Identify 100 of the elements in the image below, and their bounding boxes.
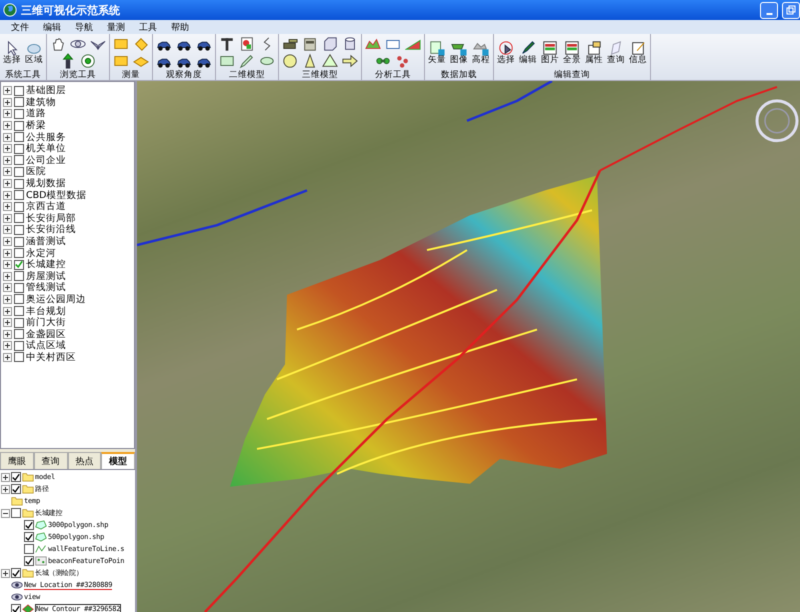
expand-toggle[interactable] xyxy=(3,156,12,165)
checkbox[interactable] xyxy=(11,472,21,482)
menu-item[interactable]: 量测 xyxy=(100,20,132,34)
arrow-icon[interactable] xyxy=(342,53,358,70)
checkbox[interactable] xyxy=(14,282,24,293)
layer-label[interactable]: CBD模型数据 xyxy=(26,188,86,202)
toolbar-button[interactable]: 高程 xyxy=(472,40,490,66)
checkbox[interactable] xyxy=(14,352,24,362)
toolbar-button[interactable]: 选择 xyxy=(497,40,515,66)
checkbox[interactable] xyxy=(11,568,21,578)
expand-toggle[interactable] xyxy=(3,167,12,176)
layer-label[interactable]: 建筑物 xyxy=(26,96,56,109)
letter-icon[interactable] xyxy=(219,36,235,52)
tab[interactable]: 鹰眼 xyxy=(0,452,34,469)
layer-label[interactable]: 房屋测试 xyxy=(26,270,66,283)
tab[interactable]: 模型 xyxy=(101,452,135,469)
checkbox[interactable] xyxy=(14,202,24,212)
target-icon[interactable] xyxy=(80,53,96,70)
expand-toggle[interactable] xyxy=(3,330,12,339)
checkbox[interactable] xyxy=(14,271,24,282)
layer-label[interactable]: 基础图层 xyxy=(26,84,66,98)
layer-label[interactable]: 道路 xyxy=(26,107,46,120)
menu-item[interactable]: 工具 xyxy=(132,20,164,34)
expand-toggle[interactable] xyxy=(3,86,12,96)
expand-toggle[interactable] xyxy=(3,202,12,212)
layer-label[interactable]: 公司企业 xyxy=(26,154,66,167)
expand-toggle[interactable] xyxy=(3,121,12,130)
expand-toggle[interactable] xyxy=(3,109,12,118)
building-icon[interactable] xyxy=(302,36,318,52)
layer-label[interactable]: 桥梁 xyxy=(26,119,46,132)
compass-icon[interactable] xyxy=(756,99,798,142)
toolbar-button[interactable]: 图片 xyxy=(541,40,559,66)
toolbar-button[interactable]: 区域 xyxy=(25,40,43,66)
layer-label[interactable]: 公共服务 xyxy=(26,130,66,144)
layer-label[interactable]: 机关单位 xyxy=(26,142,66,156)
checkbox[interactable] xyxy=(11,484,21,494)
checkbox[interactable] xyxy=(24,532,34,542)
menu-item[interactable]: 文件 xyxy=(4,20,36,34)
tab[interactable]: 热点 xyxy=(68,452,102,469)
terrain-3d-view[interactable] xyxy=(137,81,800,612)
north-arrow-icon[interactable] xyxy=(60,53,76,70)
toolbar-button[interactable]: 编辑 xyxy=(519,40,537,66)
toolbar-button[interactable]: 选择 xyxy=(3,40,21,66)
sphere-icon[interactable] xyxy=(282,53,298,70)
checkbox[interactable] xyxy=(24,520,34,530)
expand-toggle[interactable] xyxy=(1,472,10,482)
scatter-icon[interactable] xyxy=(395,53,411,70)
checkbox[interactable] xyxy=(14,224,24,235)
toolbar-button[interactable]: 属性 xyxy=(585,40,603,66)
cone-icon[interactable] xyxy=(302,53,318,70)
cylinder-icon[interactable] xyxy=(342,36,358,52)
expand-toggle[interactable] xyxy=(3,260,12,270)
expand-toggle[interactable] xyxy=(3,144,12,154)
layer-label[interactable]: 永定河 xyxy=(26,246,56,260)
expand-toggle[interactable] xyxy=(3,237,12,246)
toolbar-button[interactable]: 信息 xyxy=(629,40,647,66)
checkbox[interactable] xyxy=(11,604,21,612)
checkbox[interactable] xyxy=(14,306,24,316)
expand-toggle[interactable] xyxy=(3,190,12,200)
checkbox[interactable] xyxy=(14,155,24,166)
expand-toggle[interactable] xyxy=(3,318,12,328)
checkbox[interactable] xyxy=(14,108,24,119)
layer-label[interactable]: 涵普测试 xyxy=(26,235,66,248)
checkbox[interactable] xyxy=(14,144,24,154)
expand-toggle[interactable] xyxy=(1,484,10,494)
checkbox[interactable] xyxy=(14,318,24,328)
layer-label[interactable]: 中关村西区 xyxy=(26,350,76,364)
expand-toggle[interactable] xyxy=(3,306,12,316)
expand-toggle[interactable] xyxy=(3,179,12,188)
layer-label[interactable]: 丰台规划 xyxy=(26,304,66,318)
layer-label[interactable]: 长城建控 xyxy=(26,258,66,272)
checkbox[interactable] xyxy=(14,340,24,351)
checkbox[interactable] xyxy=(14,329,24,340)
layer-label[interactable]: 规划数据 xyxy=(26,177,66,190)
restore-button[interactable] xyxy=(782,2,800,18)
checkbox[interactable] xyxy=(14,166,24,177)
checkbox[interactable] xyxy=(24,556,34,566)
menu-item[interactable]: 帮助 xyxy=(164,20,196,34)
layer-label[interactable]: 试点区域 xyxy=(26,339,66,352)
pencil-icon[interactable] xyxy=(239,53,255,70)
layer-label[interactable]: 奥运公园周边 xyxy=(26,292,86,306)
layer-label[interactable]: 管线测试 xyxy=(26,281,66,294)
toolbar-button[interactable]: 全景 xyxy=(563,40,581,66)
expand-toggle[interactable] xyxy=(3,132,12,142)
checkbox[interactable] xyxy=(14,236,24,247)
checkbox[interactable] xyxy=(14,190,24,200)
layer-label[interactable]: 医院 xyxy=(26,165,46,178)
checkbox[interactable] xyxy=(14,260,24,270)
layer-label[interactable]: 长安街局部 xyxy=(26,212,76,225)
checkbox[interactable] xyxy=(11,508,21,518)
toolbar-button[interactable]: 图像 xyxy=(450,40,468,66)
checkbox[interactable] xyxy=(24,544,34,554)
expand-toggle[interactable] xyxy=(1,568,10,578)
tab[interactable]: 查询 xyxy=(34,452,68,469)
checkbox[interactable] xyxy=(14,86,24,96)
checkbox[interactable] xyxy=(14,178,24,189)
picture-icon[interactable] xyxy=(239,36,255,52)
checkbox[interactable] xyxy=(14,97,24,108)
expand-toggle[interactable] xyxy=(3,214,12,223)
toolbar-button[interactable]: 查询 xyxy=(607,40,625,66)
